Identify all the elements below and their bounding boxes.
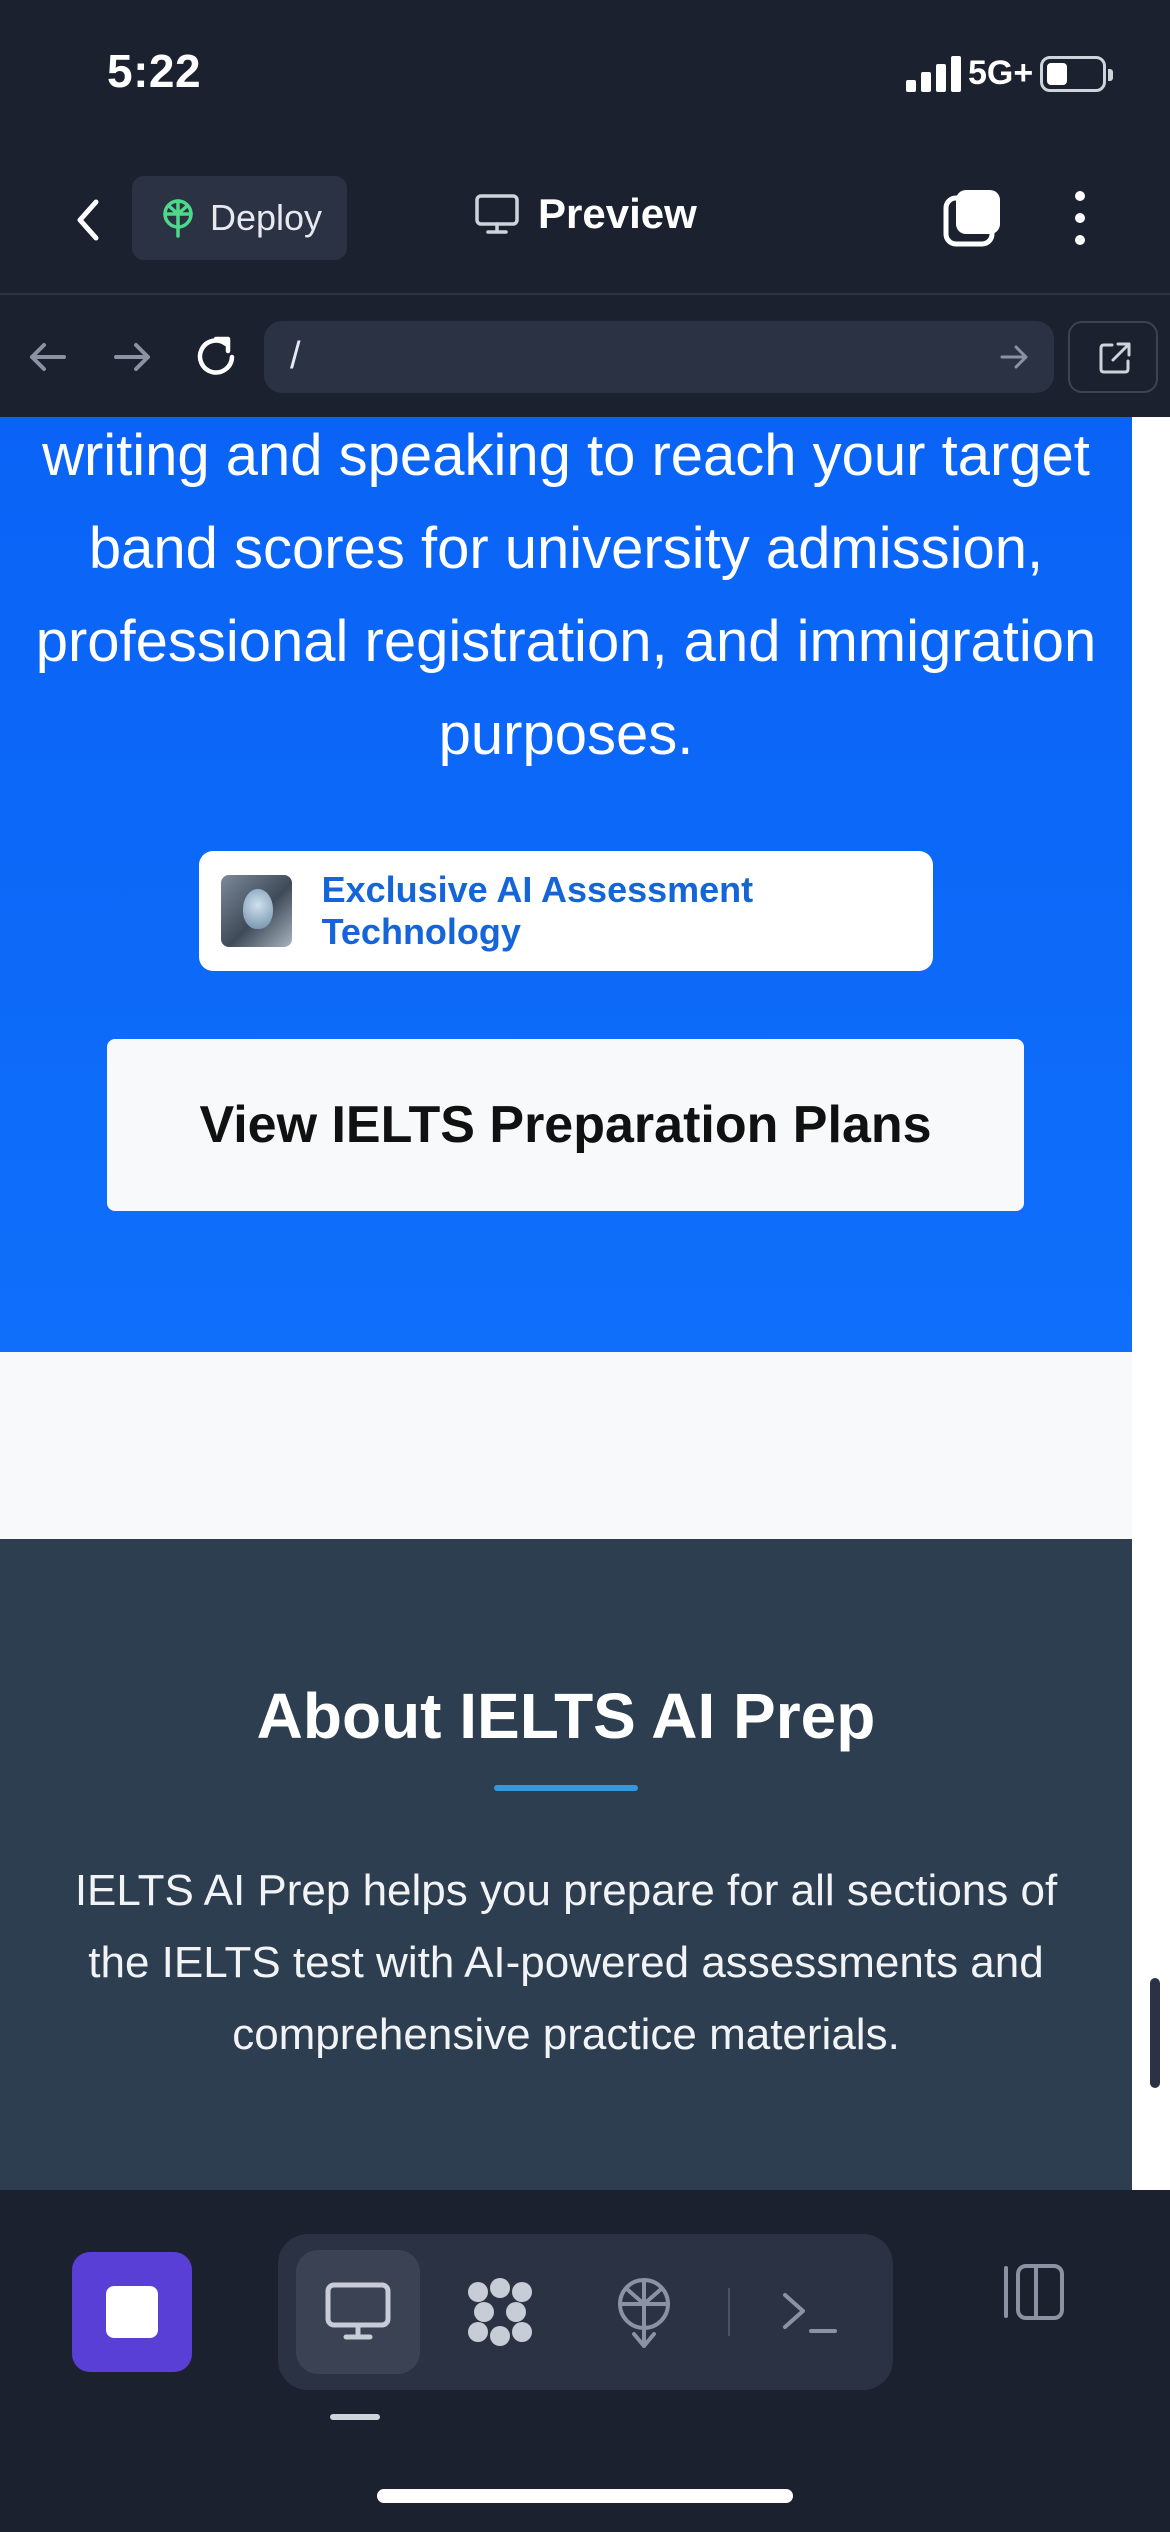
stop-icon — [106, 2286, 158, 2338]
more-icon[interactable] — [1060, 186, 1100, 250]
active-tool-indicator — [330, 2414, 380, 2420]
tool-switcher — [278, 2234, 893, 2390]
status-time: 5:22 — [107, 45, 202, 97]
about-text: IELTS AI Prep helps you prepare for all … — [74, 1866, 1058, 2059]
panels-icon[interactable] — [996, 2252, 1076, 2332]
preview-label: Preview — [538, 190, 697, 237]
preview-tab[interactable]: Preview — [474, 190, 697, 238]
browser-bar: / — [0, 297, 1170, 417]
bottom-toolbar — [0, 2190, 1170, 2532]
hero-text: writing and speaking to reach your targe… — [35, 423, 1097, 767]
arrow-right-icon[interactable] — [102, 327, 162, 387]
tabs-icon[interactable] — [940, 186, 1004, 250]
ai-brain-image — [221, 875, 292, 947]
go-icon[interactable] — [994, 337, 1034, 377]
scrollbar-thumb[interactable] — [1150, 1978, 1160, 2088]
terminal-icon — [783, 2293, 837, 2333]
reload-icon[interactable] — [186, 327, 246, 387]
view-plans-button[interactable]: View IELTS Preparation Plans — [107, 1039, 1024, 1211]
tool-apps[interactable] — [438, 2250, 562, 2374]
hero-section: writing and speaking to reach your targe… — [0, 417, 1132, 1352]
external-link-icon — [1099, 342, 1131, 374]
stop-button[interactable] — [72, 2252, 192, 2372]
title-underline — [494, 1785, 638, 1791]
deploy-icon — [163, 199, 193, 238]
about-title: About IELTS AI Prep — [256, 1680, 876, 1752]
signal-icon — [906, 56, 962, 92]
home-indicator[interactable] — [377, 2489, 793, 2503]
monitor-icon — [475, 194, 519, 234]
scrollbar-track — [1132, 417, 1170, 2190]
apps-icon — [468, 2278, 532, 2346]
url-bar[interactable]: / — [264, 321, 1054, 393]
ai-badge: Exclusive AI Assessment Technology — [199, 851, 933, 971]
monitor-icon — [325, 2282, 391, 2340]
external-link-button[interactable] — [1068, 321, 1158, 393]
status-bar: 5:22 5G+ — [0, 0, 1170, 150]
battery-icon — [1040, 56, 1113, 92]
network-type: 5G+ — [968, 54, 1034, 92]
arrow-left-icon[interactable] — [18, 327, 78, 387]
tool-terminal[interactable] — [748, 2250, 872, 2374]
cta-label: View IELTS Preparation Plans — [199, 1096, 932, 1154]
web-page: writing and speaking to reach your targe… — [0, 417, 1170, 2190]
back-icon[interactable] — [60, 190, 120, 250]
deploy-label: Deploy — [210, 197, 323, 238]
app-bar: Deploy Preview — [0, 150, 1170, 295]
deploy-button[interactable]: Deploy — [132, 176, 347, 260]
tool-preview[interactable] — [296, 2250, 420, 2374]
tool-deploy[interactable] — [582, 2250, 706, 2374]
about-section: About IELTS AI Prep IELTS AI Prep helps … — [0, 1539, 1132, 2190]
badge-label: Exclusive AI Assessment Technology — [321, 869, 754, 952]
url-text: / — [290, 335, 301, 377]
tool-divider — [728, 2288, 730, 2336]
deploy-icon — [618, 2278, 670, 2348]
